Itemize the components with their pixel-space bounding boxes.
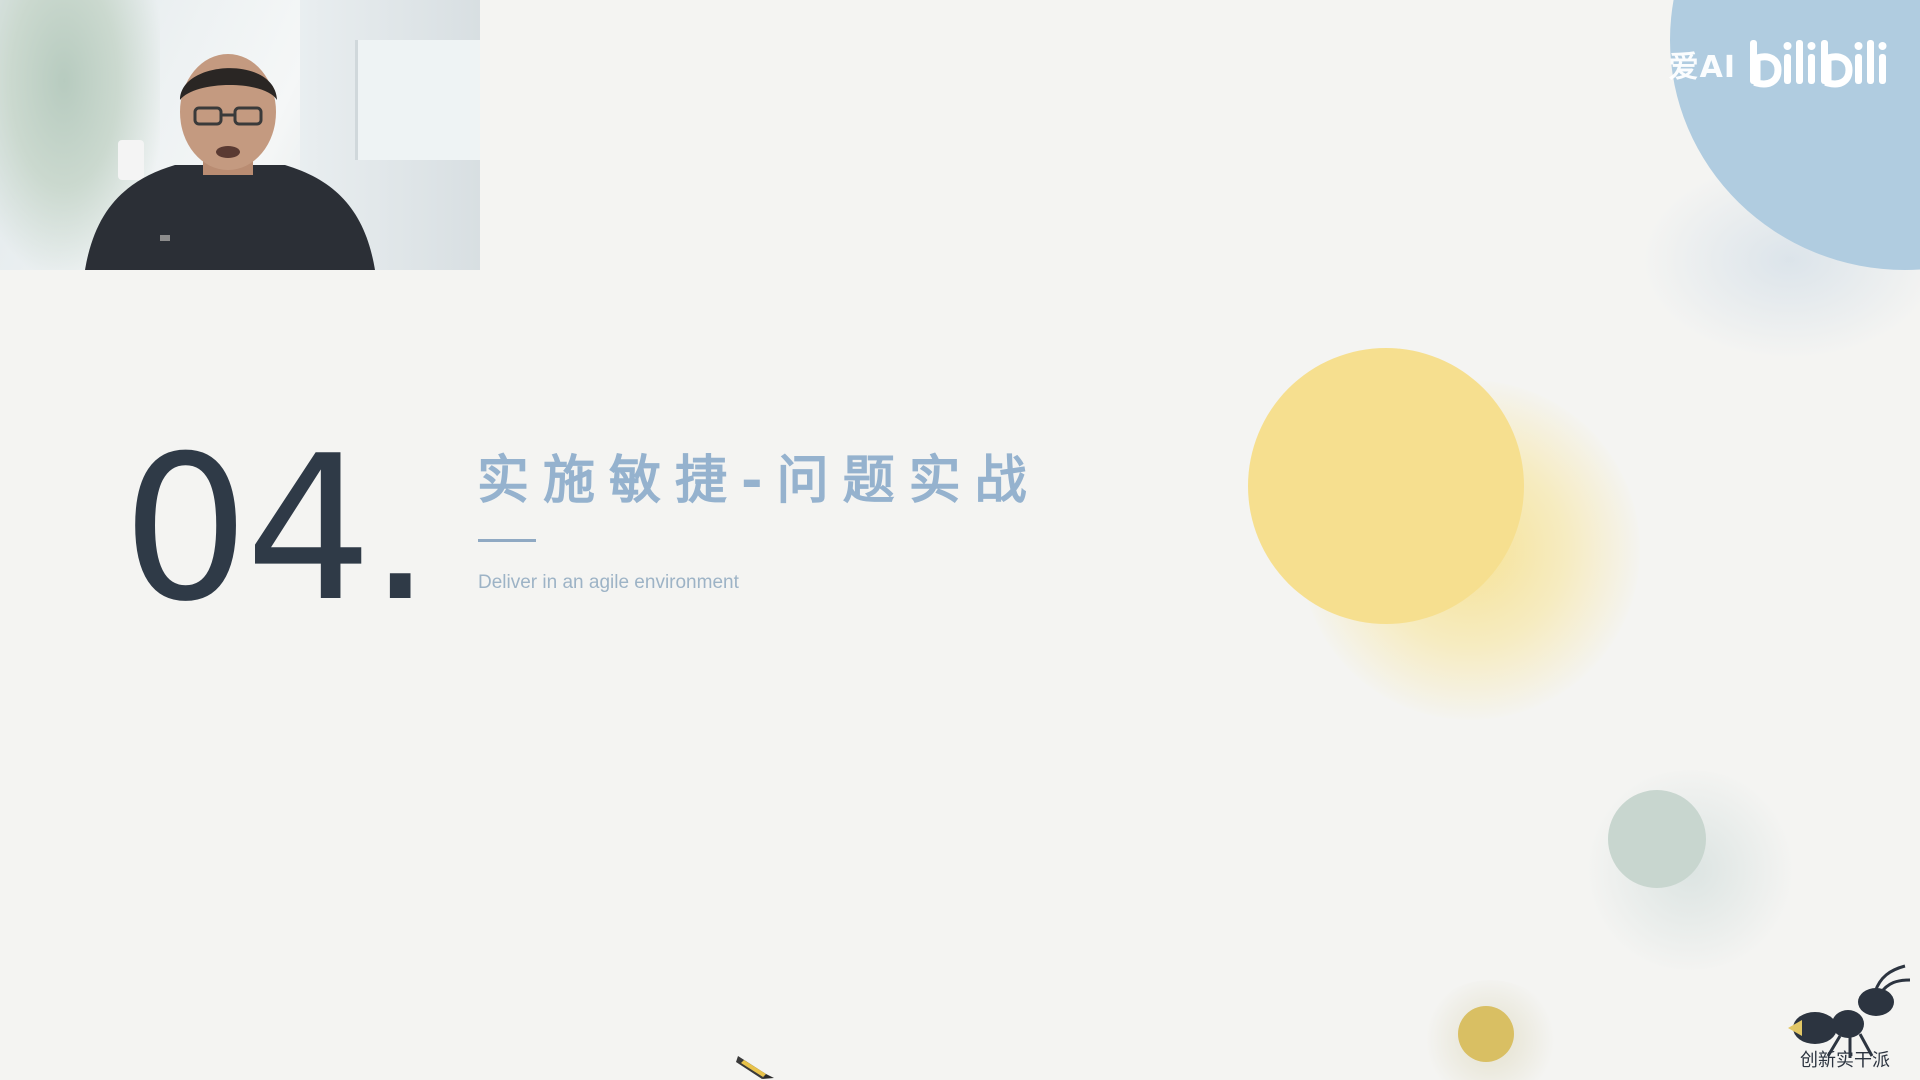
video-watermark: 爱AI [1669,36,1888,92]
gold-circle-decoration [1458,1006,1514,1062]
section-number: 04. [122,430,432,630]
brand-name: 创新实干派 [1800,1050,1890,1071]
channel-name: 爱AI [1668,50,1736,85]
section-number-value: 04 [122,413,372,646]
pencil-cursor-icon [736,1056,774,1079]
yellow-circle-decoration [1248,348,1524,624]
section-subtitle: Deliver in an agile environment [478,572,739,593]
title-underline [478,539,536,542]
presenter [85,54,375,270]
sage-circle-decoration [1608,790,1706,888]
presentation-slide: 爱AI 04. 实施敏捷-问题实战 Deliver in an agile en… [0,0,1920,1080]
webcam-video [0,0,480,270]
section-title: 实施敏捷-问题实战 [477,451,1041,511]
section-number-dot: . [368,413,433,646]
bilibili-logo-icon [1750,40,1887,88]
